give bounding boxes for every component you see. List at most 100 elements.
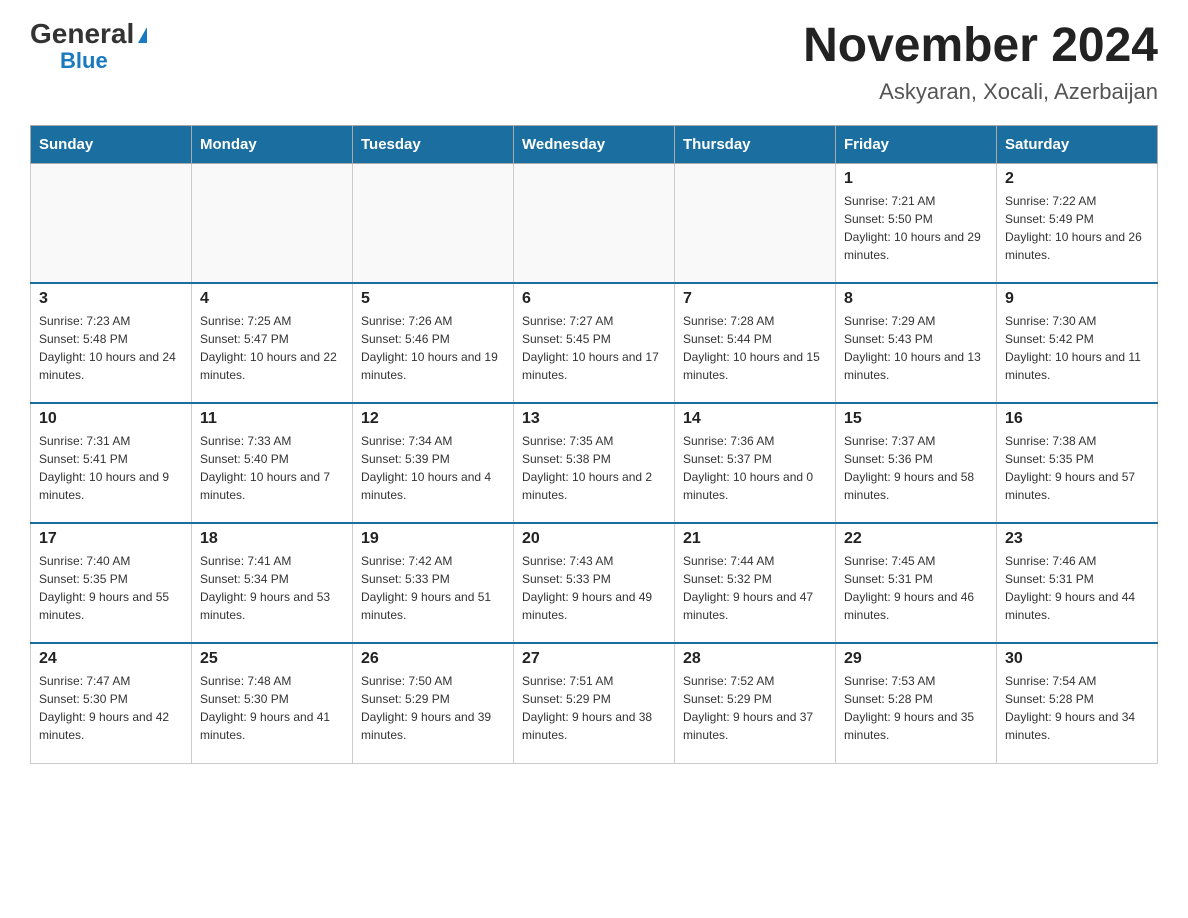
day-number: 17 [39,530,183,548]
table-row: 5 Sunrise: 7:26 AM Sunset: 5:46 PM Daylig… [353,283,514,403]
day-number: 19 [361,530,505,548]
day-info: Sunrise: 7:26 AM Sunset: 5:46 PM Dayligh… [361,312,505,384]
day-info: Sunrise: 7:22 AM Sunset: 5:49 PM Dayligh… [1005,192,1149,264]
table-row: 8Sunrise: 7:29 AM Sunset: 5:43 PM Daylig… [836,283,997,403]
day-number: 12 [361,410,505,428]
day-info: Sunrise: 7:40 AM Sunset: 5:35 PM Dayligh… [39,552,183,624]
day-info: Sunrise: 7:36 AM Sunset: 5:37 PM Dayligh… [683,432,827,504]
day-info: Sunrise: 7:28 AM Sunset: 5:44 PM Dayligh… [683,312,827,384]
logo-general-text: General [30,20,147,48]
day-number: 15 [844,410,988,428]
table-row: 4Sunrise: 7:25 AM Sunset: 5:47 PM Daylig… [192,283,353,403]
day-info: Sunrise: 7:37 AM Sunset: 5:36 PM Dayligh… [844,432,988,504]
table-row: 15 Sunrise: 7:37 AM Sunset: 5:36 PM Dayli… [836,403,997,523]
table-row [353,163,514,283]
table-row: 20Sunrise: 7:43 AM Sunset: 5:33 PM Dayli… [514,523,675,643]
table-row: 28 Sunrise: 7:52 AM Sunset: 5:29 PM Dayli… [675,643,836,763]
header-friday: Friday [836,125,997,163]
day-info: Sunrise: 7:45 AM Sunset: 5:31 PM Dayligh… [844,552,988,624]
day-number: 29 [844,650,988,668]
day-info: Sunrise: 7:34 AM Sunset: 5:39 PM Dayligh… [361,432,505,504]
table-row: 7 Sunrise: 7:28 AM Sunset: 5:44 PM Daylig… [675,283,836,403]
day-info: Sunrise: 7:53 AM Sunset: 5:28 PM Dayligh… [844,672,988,744]
day-number: 27 [522,650,666,668]
day-number: 26 [361,650,505,668]
day-number: 6 [522,290,666,308]
table-row: 11 Sunrise: 7:33 AM Sunset: 5:40 PM Dayli… [192,403,353,523]
day-number: 23 [1005,530,1149,548]
day-info: Sunrise: 7:33 AM Sunset: 5:40 PM Dayligh… [200,432,344,504]
day-info: Sunrise: 7:48 AM Sunset: 5:30 PM Dayligh… [200,672,344,744]
day-number: 30 [1005,650,1149,668]
table-row: 17 Sunrise: 7:40 AM Sunset: 5:35 PM Dayli… [31,523,192,643]
day-number: 9 [1005,290,1149,308]
day-info: Sunrise: 7:44 AM Sunset: 5:32 PM Dayligh… [683,552,827,624]
table-row: 14Sunrise: 7:36 AM Sunset: 5:37 PM Dayli… [675,403,836,523]
day-info: Sunrise: 7:31 AM Sunset: 5:41 PM Dayligh… [39,432,183,504]
day-number: 25 [200,650,344,668]
day-info: Sunrise: 7:51 AM Sunset: 5:29 PM Dayligh… [522,672,666,744]
calendar-week-row: 3 Sunrise: 7:23 AM Sunset: 5:48 PM Daylig… [31,283,1158,403]
day-number: 20 [522,530,666,548]
table-row: 26 Sunrise: 7:50 AM Sunset: 5:29 PM Dayli… [353,643,514,763]
day-number: 5 [361,290,505,308]
day-info: Sunrise: 7:35 AM Sunset: 5:38 PM Dayligh… [522,432,666,504]
logo-triangle-icon [138,27,147,43]
day-number: 11 [200,410,344,428]
day-number: 10 [39,410,183,428]
table-row: 1 Sunrise: 7:21 AM Sunset: 5:50 PM Daylig… [836,163,997,283]
logo: General Blue [30,20,147,74]
day-info: Sunrise: 7:50 AM Sunset: 5:29 PM Dayligh… [361,672,505,744]
day-number: 21 [683,530,827,548]
day-info: Sunrise: 7:54 AM Sunset: 5:28 PM Dayligh… [1005,672,1149,744]
day-number: 28 [683,650,827,668]
calendar-header-row: Sunday Monday Tuesday Wednesday Thursday… [31,125,1158,163]
day-number: 2 [1005,170,1149,188]
day-info: Sunrise: 7:46 AM Sunset: 5:31 PM Dayligh… [1005,552,1149,624]
page-header: General Blue November 2024 Askyaran, Xoc… [30,20,1158,105]
table-row: 23 Sunrise: 7:46 AM Sunset: 5:31 PM Dayli… [997,523,1158,643]
day-number: 18 [200,530,344,548]
header-tuesday: Tuesday [353,125,514,163]
table-row: 18 Sunrise: 7:41 AM Sunset: 5:34 PM Dayli… [192,523,353,643]
table-row: 16 Sunrise: 7:38 AM Sunset: 5:35 PM Dayli… [997,403,1158,523]
day-number: 1 [844,170,988,188]
table-row: 2 Sunrise: 7:22 AM Sunset: 5:49 PM Daylig… [997,163,1158,283]
day-info: Sunrise: 7:30 AM Sunset: 5:42 PM Dayligh… [1005,312,1149,384]
calendar-week-row: 10 Sunrise: 7:31 AM Sunset: 5:41 PM Dayli… [31,403,1158,523]
table-row: 22Sunrise: 7:45 AM Sunset: 5:31 PM Dayli… [836,523,997,643]
table-row [514,163,675,283]
calendar-week-row: 17 Sunrise: 7:40 AM Sunset: 5:35 PM Dayli… [31,523,1158,643]
day-info: Sunrise: 7:25 AM Sunset: 5:47 PM Dayligh… [200,312,344,384]
table-row: 19 Sunrise: 7:42 AM Sunset: 5:33 PM Dayli… [353,523,514,643]
table-row: 3 Sunrise: 7:23 AM Sunset: 5:48 PM Daylig… [31,283,192,403]
calendar-week-row: 24 Sunrise: 7:47 AM Sunset: 5:30 PM Dayli… [31,643,1158,763]
table-row [192,163,353,283]
day-number: 24 [39,650,183,668]
table-row [31,163,192,283]
day-number: 16 [1005,410,1149,428]
table-row: 21 Sunrise: 7:44 AM Sunset: 5:32 PM Dayli… [675,523,836,643]
table-row: 29 Sunrise: 7:53 AM Sunset: 5:28 PM Dayli… [836,643,997,763]
day-info: Sunrise: 7:21 AM Sunset: 5:50 PM Dayligh… [844,192,988,264]
table-row: 12 Sunrise: 7:34 AM Sunset: 5:39 PM Dayli… [353,403,514,523]
day-info: Sunrise: 7:47 AM Sunset: 5:30 PM Dayligh… [39,672,183,744]
logo-blue-text: Blue [60,48,108,74]
day-number: 3 [39,290,183,308]
day-info: Sunrise: 7:27 AM Sunset: 5:45 PM Dayligh… [522,312,666,384]
page-subtitle: Askyaran, Xocali, Azerbaijan [803,79,1158,105]
day-info: Sunrise: 7:42 AM Sunset: 5:33 PM Dayligh… [361,552,505,624]
day-number: 7 [683,290,827,308]
day-info: Sunrise: 7:52 AM Sunset: 5:29 PM Dayligh… [683,672,827,744]
table-row: 30 Sunrise: 7:54 AM Sunset: 5:28 PM Dayli… [997,643,1158,763]
day-info: Sunrise: 7:41 AM Sunset: 5:34 PM Dayligh… [200,552,344,624]
table-row: 13Sunrise: 7:35 AM Sunset: 5:38 PM Dayli… [514,403,675,523]
header-monday: Monday [192,125,353,163]
day-info: Sunrise: 7:23 AM Sunset: 5:48 PM Dayligh… [39,312,183,384]
header-thursday: Thursday [675,125,836,163]
day-info: Sunrise: 7:38 AM Sunset: 5:35 PM Dayligh… [1005,432,1149,504]
header-saturday: Saturday [997,125,1158,163]
table-row: 10 Sunrise: 7:31 AM Sunset: 5:41 PM Dayli… [31,403,192,523]
calendar-table: Sunday Monday Tuesday Wednesday Thursday… [30,125,1158,764]
page-title: November 2024 [803,20,1158,73]
